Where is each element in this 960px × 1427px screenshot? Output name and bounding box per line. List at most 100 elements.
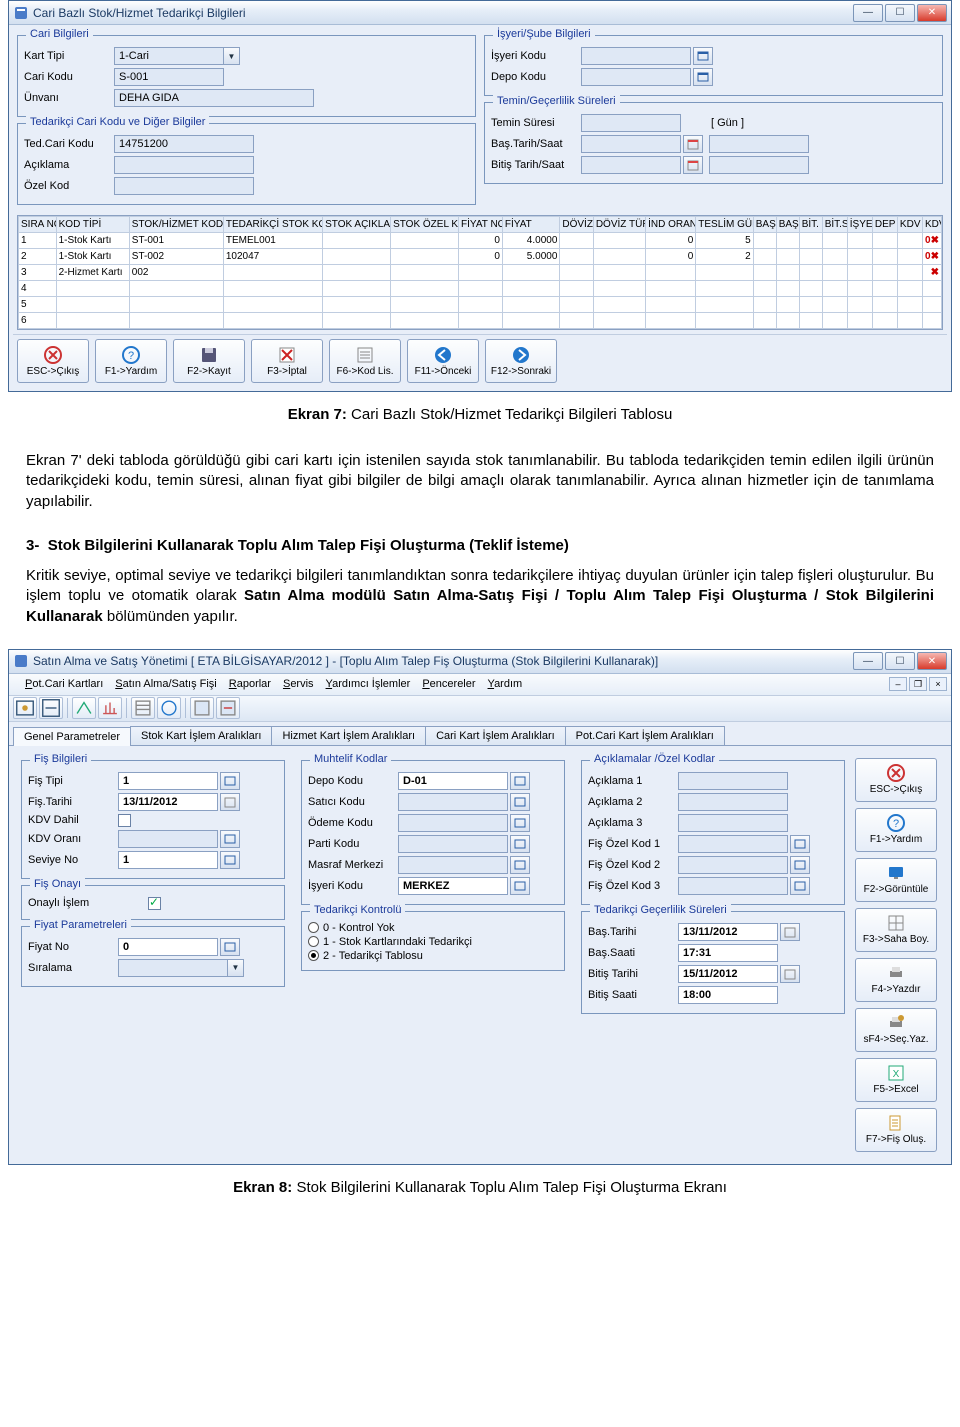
masraf-field[interactable] [398,856,508,874]
seviye-field[interactable]: 1 [118,851,218,869]
minimize-button[interactable]: — [853,4,883,22]
grid-header[interactable]: İND ORANI [646,217,696,233]
lookup-icon[interactable] [510,877,530,895]
menu-item[interactable]: Pot.Cari Kartları [25,678,103,690]
tb-icon-3[interactable] [72,697,96,719]
tb-icon-5[interactable] [131,697,155,719]
unvan-field[interactable]: DEHA GIDA [114,89,314,107]
tab[interactable]: Genel Parametreler [13,727,131,746]
bit-saat-field[interactable] [709,156,809,174]
grid-header[interactable]: KOD TİPİ [56,217,129,233]
bit-tarih2-field[interactable]: 15/11/2012 [678,965,778,983]
side-sf4-button[interactable]: sF4->Seç.Yaz. [855,1008,937,1052]
minimize-button[interactable]: — [853,652,883,670]
tb-icon-7[interactable] [190,697,214,719]
grid-header[interactable]: BAŞ [753,217,776,233]
mdi-close-icon[interactable]: × [929,677,947,691]
grid-header[interactable]: KDV [923,217,942,233]
tb-icon-4[interactable] [98,697,122,719]
grid-header[interactable]: BİT.S [822,217,847,233]
table-row[interactable]: 32-Hizmet Kartı002✖ [19,265,942,281]
grid-header[interactable]: FİYAT NO [459,217,503,233]
ted-kodu-field[interactable]: 14751200 [114,135,254,153]
table-row[interactable]: 6 [19,313,942,329]
lookup-icon[interactable] [693,47,713,65]
calendar-icon[interactable] [683,156,703,174]
grid-header[interactable]: DÖVİZ TÜRÜ [593,217,645,233]
lookup-icon[interactable] [220,938,240,956]
odeme-field[interactable] [398,814,508,832]
menu-item[interactable]: Yardım [488,678,523,690]
f6-button[interactable]: F6->Kod Lis. [329,339,401,383]
ozel-kod-field[interactable] [114,177,254,195]
calendar-icon[interactable] [220,793,240,811]
table-row[interactable]: 11-Stok KartıST-001TEMEL00104.0000050✖ [19,233,942,249]
lookup-icon[interactable] [790,856,810,874]
grid-header[interactable]: DÖVİZ [560,217,593,233]
bas-saat-field[interactable] [709,135,809,153]
close-button[interactable]: ✕ [917,4,947,22]
siralama-field[interactable] [118,959,228,977]
radio-2[interactable] [308,950,319,961]
grid-header[interactable]: STOK AÇIKLAMA [323,217,391,233]
kart-tipi-field[interactable]: 1-Cari [114,47,224,65]
close-button[interactable]: ✕ [917,652,947,670]
fiyat-no-field[interactable]: 0 [118,938,218,956]
side-f3-button[interactable]: F3->Saha Boy. [855,908,937,952]
menu-item[interactable]: Raporlar [229,678,271,690]
grid-header[interactable]: BAŞ [776,217,799,233]
lookup-icon[interactable] [693,68,713,86]
f11-button[interactable]: F11->Önceki [407,339,479,383]
aciklama-field[interactable] [114,156,254,174]
grid-header[interactable]: İŞYE [847,217,872,233]
fis-tipi-field[interactable]: 1 [118,772,218,790]
chevron-down-icon[interactable]: ▼ [224,47,240,65]
maximize-button[interactable]: ☐ [885,4,915,22]
maximize-button[interactable]: ☐ [885,652,915,670]
a3-field[interactable] [678,814,788,832]
side-f1-button[interactable]: ?F1->Yardım [855,808,937,852]
side-f4-button[interactable]: F4->Yazdır [855,958,937,1002]
k2-field[interactable] [678,856,788,874]
k3-field[interactable] [678,877,788,895]
isyeri2-field[interactable]: MERKEZ [398,877,508,895]
lookup-icon[interactable] [220,851,240,869]
tab[interactable]: Stok Kart İşlem Aralıkları [130,726,272,745]
lookup-icon[interactable] [510,814,530,832]
lookup-icon[interactable] [510,793,530,811]
fis-tarih-field[interactable]: 13/11/2012 [118,793,218,811]
grid-1[interactable]: SIRA NOKOD TİPİSTOK/HİZMET KODUTEDARİKÇİ… [17,215,943,330]
side-f7-button[interactable]: F7->Fiş Oluş. [855,1108,937,1152]
grid-header[interactable]: SIRA NO [19,217,57,233]
depo-field[interactable]: D-01 [398,772,508,790]
a2-field[interactable] [678,793,788,811]
menu-item[interactable]: Satın Alma/Satış Fişi [115,678,217,690]
radio-0[interactable] [308,922,319,933]
calendar-icon[interactable] [780,965,800,983]
onay-checkbox[interactable] [148,897,161,910]
lookup-icon[interactable] [790,835,810,853]
kdv-oran-field[interactable] [118,830,218,848]
a1-field[interactable] [678,772,788,790]
lookup-icon[interactable] [220,772,240,790]
esc-button[interactable]: ESC->Çıkış [17,339,89,383]
parti-field[interactable] [398,835,508,853]
radio-1[interactable] [308,936,319,947]
mdi-restore-icon[interactable]: ❐ [909,677,927,691]
grid-header[interactable]: STOK/HİZMET KODU [129,217,223,233]
menu-item[interactable]: Servis [283,678,314,690]
grid-header[interactable]: DEP [872,217,897,233]
f1-button[interactable]: ?F1->Yardım [95,339,167,383]
side-esc-button[interactable]: ESC->Çıkış [855,758,937,802]
side-f2-button[interactable]: F2->Görüntüle [855,858,937,902]
grid-header[interactable]: BİT. [799,217,822,233]
isyeri-kodu-field[interactable] [581,47,691,65]
tb-icon-6[interactable] [157,697,181,719]
f3-button[interactable]: F3->İptal [251,339,323,383]
cari-kodu-field[interactable]: S-001 [114,68,224,86]
chevron-down-icon[interactable]: ▼ [228,959,244,977]
lookup-icon[interactable] [790,877,810,895]
bit-tarih-field[interactable] [581,156,681,174]
grid-header[interactable]: FİYAT [502,217,559,233]
calendar-icon[interactable] [780,923,800,941]
